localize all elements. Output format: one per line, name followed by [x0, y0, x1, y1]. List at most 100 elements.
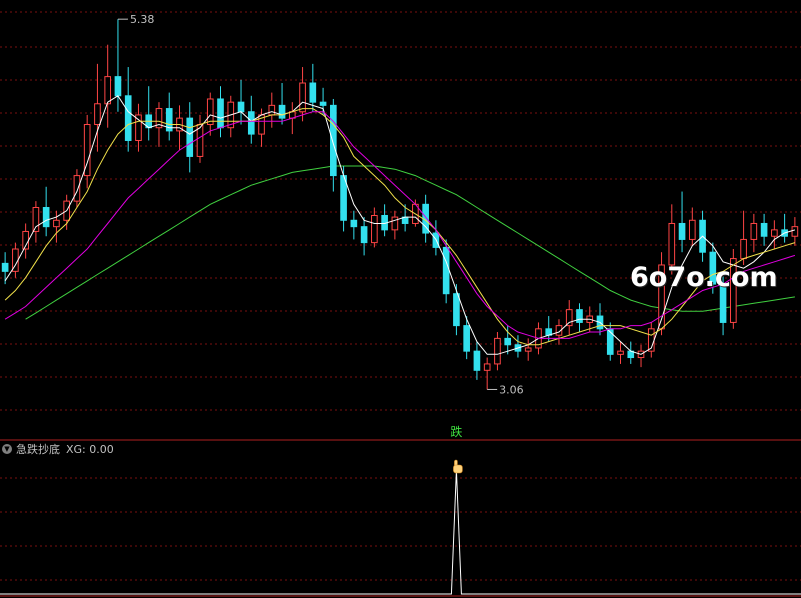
candle-down	[473, 350, 481, 371]
candle	[637, 344, 645, 368]
candle-down	[217, 98, 224, 129]
candle	[576, 303, 583, 333]
xg-signal-line	[0, 469, 801, 595]
candle	[227, 95, 235, 138]
candle-down	[463, 325, 470, 352]
candle-down	[350, 219, 358, 228]
high-price-label: 5.38	[130, 13, 155, 26]
indicator-panel-header: ▼ 急跌抄底 XG: 0.00	[0, 441, 114, 457]
candlestick-chart: 5.38 3.06 跌	[0, 11, 801, 597]
candle-down	[124, 95, 132, 141]
candle-up	[617, 350, 624, 355]
candle-up	[668, 222, 676, 266]
candle	[514, 335, 522, 358]
candle-down	[453, 293, 460, 327]
candle	[104, 44, 112, 128]
candle-down	[576, 309, 583, 323]
candle-down	[309, 82, 317, 103]
candle	[617, 341, 624, 364]
candle	[483, 357, 491, 390]
candle-up	[524, 347, 532, 352]
candle	[432, 220, 440, 256]
candle	[371, 207, 378, 248]
watermark: 6o7o.com	[630, 262, 778, 293]
candle	[381, 204, 388, 237]
candle	[12, 242, 19, 278]
candle-up	[565, 309, 573, 327]
candle	[524, 338, 532, 361]
candle	[42, 186, 50, 237]
candle	[627, 341, 635, 364]
candle-up	[299, 82, 306, 113]
candle	[350, 210, 358, 240]
candle	[606, 322, 614, 361]
xg-value: XG: 0.00	[66, 442, 114, 456]
candle	[32, 201, 40, 243]
candles-layer	[1, 19, 799, 390]
ma-line-ma5	[4, 95, 796, 355]
candle-up	[791, 226, 799, 237]
candle	[545, 316, 553, 342]
annotation-layer: 5.38 3.06 跌	[117, 13, 524, 439]
candle-down	[678, 222, 686, 240]
candle-down	[330, 104, 337, 177]
candle-up	[32, 207, 40, 232]
candle-up	[268, 104, 276, 116]
candle	[268, 92, 276, 128]
candle-down	[360, 226, 368, 244]
candle-up	[494, 337, 501, 365]
candle-down	[237, 101, 245, 113]
pointer-hand-icon	[453, 459, 463, 474]
candle	[791, 217, 799, 246]
ma-lines-layer	[4, 95, 796, 355]
indicator-layer	[0, 459, 801, 595]
candle	[494, 332, 501, 371]
candle-up	[483, 363, 491, 371]
candle	[596, 303, 604, 336]
candle	[360, 217, 368, 256]
candle-down	[114, 76, 122, 97]
candle	[391, 210, 399, 240]
candle-down	[442, 246, 450, 295]
candle-up	[53, 219, 60, 228]
candle-up	[94, 103, 101, 126]
signal-marker-label: 跌	[450, 424, 462, 439]
candle-down	[278, 104, 286, 119]
ma60-layer	[25, 165, 795, 320]
candle	[237, 79, 245, 125]
candle	[217, 86, 224, 138]
candle-up	[104, 76, 112, 105]
candle	[781, 213, 788, 243]
candle	[83, 114, 91, 189]
candle-up	[688, 219, 696, 240]
candle	[688, 207, 696, 246]
candle	[73, 169, 81, 208]
candle-down	[760, 222, 768, 237]
candle	[319, 87, 327, 115]
candle	[135, 103, 142, 152]
candle	[165, 92, 173, 141]
candle	[647, 322, 655, 358]
candle-down	[319, 101, 327, 106]
candle-up	[73, 175, 81, 202]
candle	[678, 191, 686, 253]
candle	[114, 19, 122, 112]
candle-up	[391, 216, 399, 231]
candle	[760, 213, 768, 246]
candle	[1, 252, 9, 285]
candle-down	[186, 117, 194, 157]
candle	[278, 83, 286, 125]
indicator-title: 急跌抄底	[16, 443, 60, 456]
ma-line-ma10	[4, 108, 796, 346]
candle-down	[247, 111, 255, 135]
low-price-label: 3.06	[499, 383, 523, 396]
candle	[473, 341, 481, 380]
candle-up	[771, 229, 778, 237]
candle	[206, 92, 214, 136]
candle-down	[504, 337, 512, 346]
candle-up	[740, 238, 747, 260]
candle	[740, 210, 747, 265]
candle-down	[42, 207, 50, 228]
candle-up	[750, 222, 758, 240]
chevron-down-icon[interactable]: ▼	[2, 444, 12, 454]
